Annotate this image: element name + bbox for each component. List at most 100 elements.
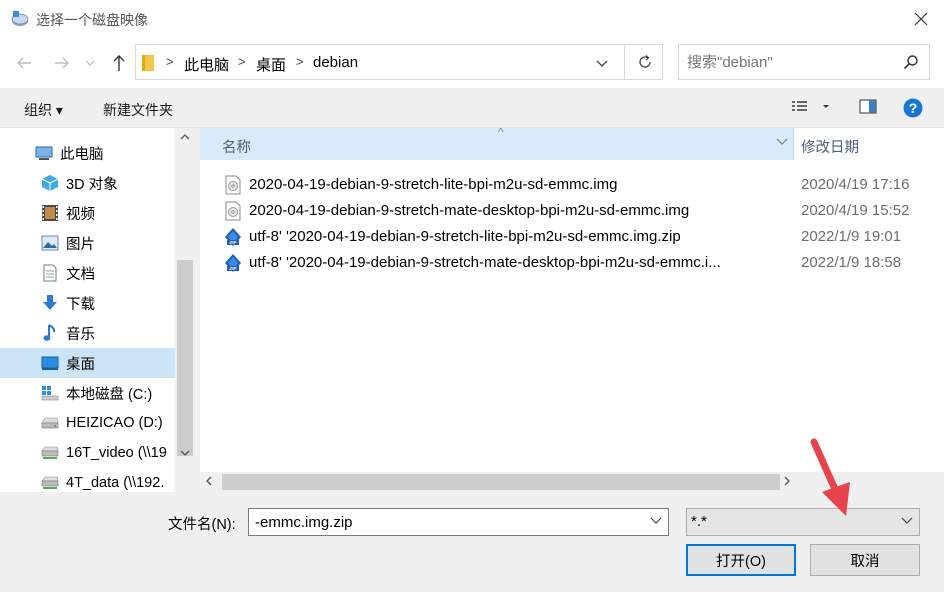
breadcrumb-debian[interactable]: debian bbox=[313, 54, 358, 71]
back-arrow-icon bbox=[17, 57, 31, 69]
breadcrumb-separator: > bbox=[166, 54, 174, 69]
sidebar-item-3d-objects[interactable]: 3D 对象 bbox=[0, 168, 175, 198]
open-button[interactable]: 打开(O) bbox=[686, 544, 796, 576]
sidebar-scrollbar-thumb[interactable] bbox=[177, 260, 193, 456]
help-button[interactable]: ? bbox=[903, 98, 923, 121]
column-header-name[interactable]: ^ 名称 bbox=[200, 128, 794, 160]
command-toolbar: 组织 ▾ 新建文件夹 ? bbox=[0, 88, 944, 128]
file-date: 2020/4/19 15:52 bbox=[801, 202, 910, 219]
folder-icon bbox=[142, 55, 154, 71]
breadcrumb-desktop[interactable]: 桌面 bbox=[256, 54, 286, 75]
close-button[interactable] bbox=[898, 0, 944, 38]
download-icon bbox=[40, 293, 60, 313]
breadcrumb-separator: > bbox=[238, 54, 246, 69]
horizontal-scrollbar-thumb[interactable] bbox=[222, 474, 780, 490]
video-icon bbox=[40, 203, 60, 223]
recent-locations-button[interactable] bbox=[82, 51, 98, 75]
file-date: 2020/4/19 17:16 bbox=[801, 176, 910, 193]
scroll-up-icon[interactable] bbox=[180, 134, 190, 140]
disk-image-icon bbox=[225, 175, 241, 195]
disk-image-app-icon bbox=[11, 11, 29, 26]
3d-objects-icon bbox=[40, 173, 60, 193]
zip-archive-icon: ZIP bbox=[225, 228, 241, 246]
file-type-filter-value: *.* bbox=[691, 513, 707, 530]
sidebar-item-label: 16T_video (\\19 bbox=[66, 445, 167, 461]
preview-pane-icon bbox=[859, 99, 877, 114]
chevron-down-icon[interactable] bbox=[776, 138, 788, 145]
close-icon bbox=[914, 12, 928, 26]
help-icon: ? bbox=[903, 98, 923, 118]
filename-field[interactable]: -emmc.img.zip bbox=[248, 508, 669, 536]
sidebar-item-desktop[interactable]: 桌面 bbox=[0, 348, 175, 378]
file-name: 2020-04-19-debian-9-stretch-mate-desktop… bbox=[249, 202, 690, 219]
drive-icon bbox=[40, 413, 60, 433]
preview-pane-button[interactable] bbox=[858, 97, 878, 120]
organize-menu[interactable]: 组织 ▾ bbox=[24, 100, 63, 120]
sidebar-item-videos[interactable]: 视频 bbox=[0, 198, 175, 228]
file-date: 2022/1/9 18:58 bbox=[801, 254, 902, 271]
scroll-right-icon[interactable] bbox=[784, 476, 790, 486]
sidebar-item-label: 音乐 bbox=[66, 326, 95, 343]
documents-icon bbox=[40, 263, 60, 283]
search-input[interactable] bbox=[687, 52, 897, 72]
sidebar-item-local-disk-c[interactable]: 本地磁盘 (C:) bbox=[0, 378, 175, 408]
column-header-name-label: 名称 bbox=[222, 140, 251, 156]
forward-button[interactable] bbox=[50, 51, 74, 75]
sidebar-item-music[interactable]: 音乐 bbox=[0, 318, 175, 348]
cancel-button[interactable]: 取消 bbox=[810, 544, 920, 576]
column-header-date[interactable]: 修改日期 bbox=[801, 136, 859, 157]
sidebar-item-label: 文档 bbox=[66, 266, 95, 283]
details-view-icon bbox=[792, 101, 829, 111]
chevron-down-icon bbox=[596, 60, 608, 67]
title-bar: 选择一个磁盘映像 bbox=[0, 0, 944, 38]
pictures-icon bbox=[40, 233, 60, 253]
sidebar-item-4t-data[interactable]: 4T_data (\\192. bbox=[0, 468, 175, 492]
search-icon bbox=[903, 55, 918, 70]
forward-arrow-icon bbox=[55, 57, 69, 69]
sidebar-item-downloads[interactable]: 下载 bbox=[0, 288, 175, 318]
refresh-icon bbox=[638, 55, 651, 68]
filename-value: -emmc.img.zip bbox=[255, 514, 353, 531]
back-button[interactable] bbox=[12, 51, 36, 75]
sidebar-item-label: 视频 bbox=[66, 206, 95, 223]
sidebar-item-label: 此电脑 bbox=[60, 146, 104, 163]
address-dropdown-button[interactable] bbox=[588, 53, 616, 73]
refresh-button[interactable] bbox=[624, 45, 664, 79]
sidebar-item-16t-video[interactable]: 16T_video (\\19 bbox=[0, 438, 175, 468]
network-drive-icon bbox=[40, 473, 60, 492]
column-header-row: ^ 名称 修改日期 bbox=[200, 128, 944, 160]
search-box[interactable] bbox=[678, 44, 930, 80]
desktop-icon bbox=[40, 353, 60, 373]
chevron-down-icon bbox=[901, 517, 913, 524]
chevron-down-icon[interactable] bbox=[650, 517, 662, 524]
sidebar-item-pictures[interactable]: 图片 bbox=[0, 228, 175, 258]
file-row[interactable]: 2020-04-19-debian-9-stretch-lite-bpi-m2u… bbox=[200, 172, 944, 198]
sidebar-item-documents[interactable]: 文档 bbox=[0, 258, 175, 288]
breadcrumb-this-pc[interactable]: 此电脑 bbox=[184, 54, 229, 75]
local-disk-icon bbox=[40, 383, 60, 403]
new-folder-button[interactable]: 新建文件夹 bbox=[103, 100, 173, 120]
file-row[interactable]: 2020-04-19-debian-9-stretch-mate-desktop… bbox=[200, 198, 944, 224]
sidebar-item-label: HEIZICAO (D:) bbox=[66, 415, 163, 431]
sidebar-item-this-pc[interactable]: 此电脑 bbox=[0, 138, 175, 168]
sidebar-item-label: 下载 bbox=[66, 296, 95, 313]
file-row[interactable]: ZIP utf-8' '2020-04-19-debian-9-stretch-… bbox=[200, 224, 944, 250]
window-title: 选择一个磁盘映像 bbox=[36, 12, 148, 28]
up-button[interactable] bbox=[107, 51, 131, 75]
svg-text:ZIP: ZIP bbox=[229, 240, 236, 245]
scroll-left-icon[interactable] bbox=[206, 476, 212, 486]
sidebar-item-label: 桌面 bbox=[66, 356, 95, 373]
sidebar-item-label: 图片 bbox=[66, 236, 95, 253]
sort-ascending-icon: ^ bbox=[498, 128, 504, 139]
computer-icon bbox=[34, 143, 54, 163]
address-bar[interactable]: > 此电脑 > 桌面 > debian bbox=[135, 44, 663, 80]
view-options-button[interactable] bbox=[790, 97, 834, 120]
sidebar-item-heizicao-d[interactable]: HEIZICAO (D:) bbox=[0, 408, 175, 438]
sidebar-scrollbar[interactable] bbox=[175, 128, 195, 492]
file-row[interactable]: ZIP utf-8' '2020-04-19-debian-9-stretch-… bbox=[200, 250, 944, 276]
disk-image-icon bbox=[225, 201, 241, 221]
navigation-bar: > 此电脑 > 桌面 > debian bbox=[0, 38, 944, 88]
sidebar-item-label: 3D 对象 bbox=[66, 176, 118, 193]
scroll-down-icon[interactable] bbox=[180, 450, 190, 456]
file-name: utf-8' '2020-04-19-debian-9-stretch-lite… bbox=[249, 228, 681, 245]
